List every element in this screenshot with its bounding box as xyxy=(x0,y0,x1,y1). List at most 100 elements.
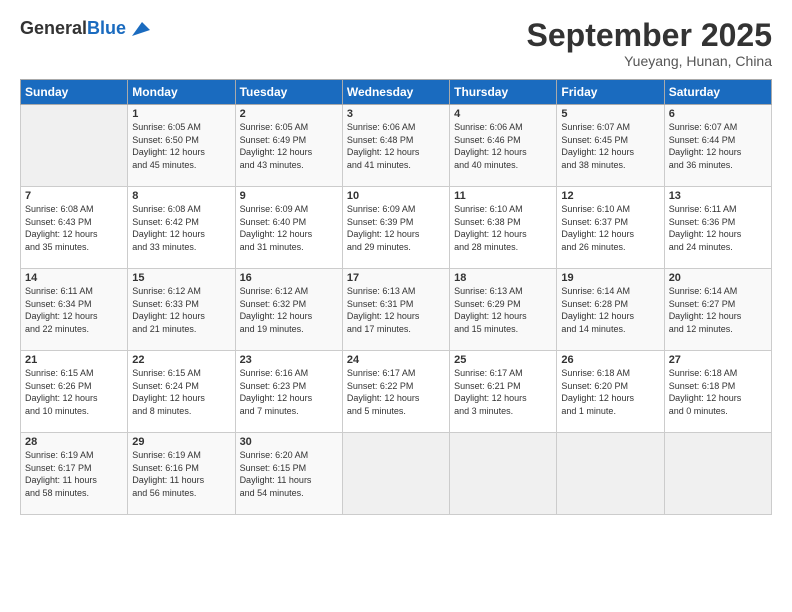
day-info: Sunrise: 6:07 AM Sunset: 6:44 PM Dayligh… xyxy=(669,121,767,171)
day-info: Sunrise: 6:20 AM Sunset: 6:15 PM Dayligh… xyxy=(240,449,338,499)
day-info: Sunrise: 6:17 AM Sunset: 6:21 PM Dayligh… xyxy=(454,367,552,417)
day-number: 5 xyxy=(561,108,659,120)
day-number: 14 xyxy=(25,272,123,284)
calendar-cell: 6Sunrise: 6:07 AM Sunset: 6:44 PM Daylig… xyxy=(664,105,771,187)
day-info: Sunrise: 6:16 AM Sunset: 6:23 PM Dayligh… xyxy=(240,367,338,417)
calendar-cell: 19Sunrise: 6:14 AM Sunset: 6:28 PM Dayli… xyxy=(557,269,664,351)
logo-blue-text: Blue xyxy=(87,18,126,38)
day-number: 15 xyxy=(132,272,230,284)
week-row-4: 21Sunrise: 6:15 AM Sunset: 6:26 PM Dayli… xyxy=(21,351,772,433)
calendar-cell: 12Sunrise: 6:10 AM Sunset: 6:37 PM Dayli… xyxy=(557,187,664,269)
day-info: Sunrise: 6:18 AM Sunset: 6:20 PM Dayligh… xyxy=(561,367,659,417)
day-info: Sunrise: 6:17 AM Sunset: 6:22 PM Dayligh… xyxy=(347,367,445,417)
col-header-tuesday: Tuesday xyxy=(235,80,342,105)
day-number: 13 xyxy=(669,190,767,202)
day-info: Sunrise: 6:19 AM Sunset: 6:17 PM Dayligh… xyxy=(25,449,123,499)
logo-general-text: General xyxy=(20,18,87,38)
calendar-cell: 15Sunrise: 6:12 AM Sunset: 6:33 PM Dayli… xyxy=(128,269,235,351)
calendar-cell: 27Sunrise: 6:18 AM Sunset: 6:18 PM Dayli… xyxy=(664,351,771,433)
day-number: 16 xyxy=(240,272,338,284)
calendar-cell: 10Sunrise: 6:09 AM Sunset: 6:39 PM Dayli… xyxy=(342,187,449,269)
day-number: 17 xyxy=(347,272,445,284)
day-info: Sunrise: 6:19 AM Sunset: 6:16 PM Dayligh… xyxy=(132,449,230,499)
calendar-cell: 9Sunrise: 6:09 AM Sunset: 6:40 PM Daylig… xyxy=(235,187,342,269)
day-info: Sunrise: 6:08 AM Sunset: 6:42 PM Dayligh… xyxy=(132,203,230,253)
calendar-cell: 18Sunrise: 6:13 AM Sunset: 6:29 PM Dayli… xyxy=(450,269,557,351)
col-header-thursday: Thursday xyxy=(450,80,557,105)
calendar-cell: 16Sunrise: 6:12 AM Sunset: 6:32 PM Dayli… xyxy=(235,269,342,351)
month-title: September 2025 xyxy=(527,18,772,53)
calendar-cell: 5Sunrise: 6:07 AM Sunset: 6:45 PM Daylig… xyxy=(557,105,664,187)
col-header-wednesday: Wednesday xyxy=(342,80,449,105)
day-number: 9 xyxy=(240,190,338,202)
day-number: 26 xyxy=(561,354,659,366)
calendar-cell: 23Sunrise: 6:16 AM Sunset: 6:23 PM Dayli… xyxy=(235,351,342,433)
day-number: 23 xyxy=(240,354,338,366)
calendar-cell: 26Sunrise: 6:18 AM Sunset: 6:20 PM Dayli… xyxy=(557,351,664,433)
day-info: Sunrise: 6:09 AM Sunset: 6:40 PM Dayligh… xyxy=(240,203,338,253)
day-number: 10 xyxy=(347,190,445,202)
day-info: Sunrise: 6:15 AM Sunset: 6:24 PM Dayligh… xyxy=(132,367,230,417)
day-number: 4 xyxy=(454,108,552,120)
calendar-cell: 4Sunrise: 6:06 AM Sunset: 6:46 PM Daylig… xyxy=(450,105,557,187)
day-info: Sunrise: 6:11 AM Sunset: 6:36 PM Dayligh… xyxy=(669,203,767,253)
day-info: Sunrise: 6:13 AM Sunset: 6:31 PM Dayligh… xyxy=(347,285,445,335)
calendar-cell: 14Sunrise: 6:11 AM Sunset: 6:34 PM Dayli… xyxy=(21,269,128,351)
header-row: SundayMondayTuesdayWednesdayThursdayFrid… xyxy=(21,80,772,105)
calendar-cell: 7Sunrise: 6:08 AM Sunset: 6:43 PM Daylig… xyxy=(21,187,128,269)
day-info: Sunrise: 6:11 AM Sunset: 6:34 PM Dayligh… xyxy=(25,285,123,335)
day-info: Sunrise: 6:12 AM Sunset: 6:33 PM Dayligh… xyxy=(132,285,230,335)
calendar-table: SundayMondayTuesdayWednesdayThursdayFrid… xyxy=(20,79,772,515)
calendar-cell: 3Sunrise: 6:06 AM Sunset: 6:48 PM Daylig… xyxy=(342,105,449,187)
day-number: 19 xyxy=(561,272,659,284)
day-info: Sunrise: 6:06 AM Sunset: 6:48 PM Dayligh… xyxy=(347,121,445,171)
calendar-cell: 21Sunrise: 6:15 AM Sunset: 6:26 PM Dayli… xyxy=(21,351,128,433)
calendar-cell: 29Sunrise: 6:19 AM Sunset: 6:16 PM Dayli… xyxy=(128,433,235,515)
day-info: Sunrise: 6:15 AM Sunset: 6:26 PM Dayligh… xyxy=(25,367,123,417)
calendar-cell: 22Sunrise: 6:15 AM Sunset: 6:24 PM Dayli… xyxy=(128,351,235,433)
day-number: 27 xyxy=(669,354,767,366)
day-info: Sunrise: 6:13 AM Sunset: 6:29 PM Dayligh… xyxy=(454,285,552,335)
day-info: Sunrise: 6:05 AM Sunset: 6:49 PM Dayligh… xyxy=(240,121,338,171)
day-number: 7 xyxy=(25,190,123,202)
day-number: 28 xyxy=(25,436,123,448)
calendar-cell xyxy=(21,105,128,187)
calendar-cell: 8Sunrise: 6:08 AM Sunset: 6:42 PM Daylig… xyxy=(128,187,235,269)
col-header-saturday: Saturday xyxy=(664,80,771,105)
calendar-cell: 13Sunrise: 6:11 AM Sunset: 6:36 PM Dayli… xyxy=(664,187,771,269)
calendar-cell: 11Sunrise: 6:10 AM Sunset: 6:38 PM Dayli… xyxy=(450,187,557,269)
calendar-cell: 30Sunrise: 6:20 AM Sunset: 6:15 PM Dayli… xyxy=(235,433,342,515)
day-number: 22 xyxy=(132,354,230,366)
day-number: 30 xyxy=(240,436,338,448)
day-info: Sunrise: 6:10 AM Sunset: 6:37 PM Dayligh… xyxy=(561,203,659,253)
calendar-cell: 20Sunrise: 6:14 AM Sunset: 6:27 PM Dayli… xyxy=(664,269,771,351)
calendar-cell xyxy=(450,433,557,515)
day-info: Sunrise: 6:06 AM Sunset: 6:46 PM Dayligh… xyxy=(454,121,552,171)
calendar-cell xyxy=(342,433,449,515)
calendar-cell: 28Sunrise: 6:19 AM Sunset: 6:17 PM Dayli… xyxy=(21,433,128,515)
title-block: September 2025 Yueyang, Hunan, China xyxy=(527,18,772,69)
logo-icon xyxy=(128,18,150,40)
calendar-cell: 1Sunrise: 6:05 AM Sunset: 6:50 PM Daylig… xyxy=(128,105,235,187)
day-number: 8 xyxy=(132,190,230,202)
day-number: 21 xyxy=(25,354,123,366)
day-number: 20 xyxy=(669,272,767,284)
col-header-sunday: Sunday xyxy=(21,80,128,105)
day-info: Sunrise: 6:05 AM Sunset: 6:50 PM Dayligh… xyxy=(132,121,230,171)
calendar-cell: 24Sunrise: 6:17 AM Sunset: 6:22 PM Dayli… xyxy=(342,351,449,433)
week-row-1: 1Sunrise: 6:05 AM Sunset: 6:50 PM Daylig… xyxy=(21,105,772,187)
col-header-monday: Monday xyxy=(128,80,235,105)
calendar-cell: 17Sunrise: 6:13 AM Sunset: 6:31 PM Dayli… xyxy=(342,269,449,351)
header: GeneralBlue September 2025 Yueyang, Huna… xyxy=(20,18,772,69)
day-number: 11 xyxy=(454,190,552,202)
week-row-2: 7Sunrise: 6:08 AM Sunset: 6:43 PM Daylig… xyxy=(21,187,772,269)
day-info: Sunrise: 6:12 AM Sunset: 6:32 PM Dayligh… xyxy=(240,285,338,335)
calendar-cell xyxy=(664,433,771,515)
calendar-cell: 2Sunrise: 6:05 AM Sunset: 6:49 PM Daylig… xyxy=(235,105,342,187)
day-number: 24 xyxy=(347,354,445,366)
day-info: Sunrise: 6:14 AM Sunset: 6:28 PM Dayligh… xyxy=(561,285,659,335)
day-number: 3 xyxy=(347,108,445,120)
day-number: 29 xyxy=(132,436,230,448)
col-header-friday: Friday xyxy=(557,80,664,105)
calendar-cell: 25Sunrise: 6:17 AM Sunset: 6:21 PM Dayli… xyxy=(450,351,557,433)
